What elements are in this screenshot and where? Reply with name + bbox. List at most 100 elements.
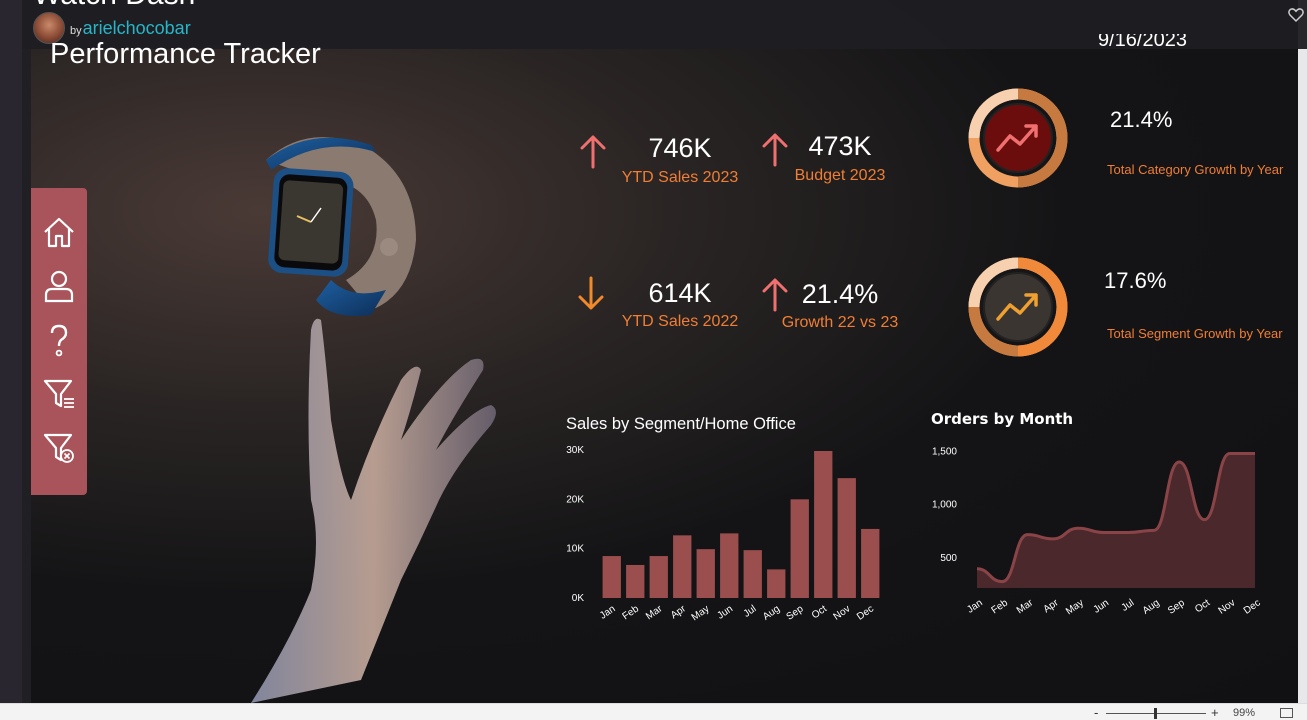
segment-growth-value: 17.6% xyxy=(1104,268,1167,293)
point-jun[interactable] xyxy=(1102,531,1105,534)
status-bar: - + 99% xyxy=(0,703,1307,720)
x-tick-label: Mar xyxy=(644,603,665,622)
category-growth-value: 21.4% xyxy=(1110,107,1173,132)
bar-apr[interactable] xyxy=(673,535,692,598)
x-tick-label: Jan xyxy=(965,597,985,615)
kpi-label-budget-2023: Budget 2023 xyxy=(794,167,886,184)
left-border xyxy=(0,0,22,720)
kpi-label-ytd-sales-2022: YTD Sales 2022 xyxy=(621,313,739,330)
y-tick-label: 1,500 xyxy=(932,446,957,457)
filter-icon xyxy=(43,379,74,408)
x-tick-label: Apr xyxy=(1041,597,1061,615)
segment-growth-label: Total Segment Growth by Year xyxy=(1107,326,1283,341)
kpi-value-ytd-sales-2022: 614K xyxy=(648,278,712,308)
point-may[interactable] xyxy=(1077,527,1080,530)
app-title: Watch Dash xyxy=(33,0,195,12)
point-feb[interactable] xyxy=(1001,580,1004,583)
nav-user-button[interactable] xyxy=(39,266,79,306)
heart-icon xyxy=(1288,8,1304,23)
y-tick-label: 10K xyxy=(566,544,584,555)
x-tick-label: May xyxy=(1064,597,1086,617)
kpi-label-ytd-sales-2023: YTD Sales 2023 xyxy=(621,169,739,186)
x-tick-label: Sep xyxy=(785,603,806,622)
segment-growth-chart xyxy=(968,257,1068,357)
x-tick-label: Oct xyxy=(810,603,829,621)
bar-jun[interactable] xyxy=(720,533,739,598)
nav-help-button[interactable] xyxy=(39,320,79,360)
x-tick-label: Feb xyxy=(621,603,642,622)
bar-sep[interactable] xyxy=(790,499,809,598)
kpi-label-growth-22-vs-23: Growth 22 vs 23 xyxy=(781,314,899,331)
nav-clear-filter-button[interactable] xyxy=(39,428,79,468)
report-window: Watch Dash byarielchocobar Performance T… xyxy=(0,0,1307,720)
point-nov[interactable] xyxy=(1228,452,1231,455)
bar-chart-title: Sales by Segment/Home Office xyxy=(566,415,796,433)
sales-by-segment-chart[interactable]: 0K 10K 20K 30K Jan Feb Mar Apr May Jun Jul Aug Sep Oc… xyxy=(560,438,890,623)
bar-aug[interactable] xyxy=(767,569,786,598)
kpi-value-growth-22-vs-23: 21.4% xyxy=(801,279,879,309)
segment-growth-ring xyxy=(968,257,1068,357)
author-prefix: by xyxy=(70,25,82,37)
x-tick-label: Dec xyxy=(1242,597,1263,616)
x-tick-label: Aug xyxy=(761,603,782,622)
help-icon xyxy=(50,324,68,357)
x-tick-label: Dec xyxy=(855,603,876,622)
point-sep[interactable] xyxy=(1178,461,1181,464)
favorite-button[interactable] xyxy=(1285,4,1307,26)
kpi-value-budget-2023: 473K xyxy=(808,131,872,161)
point-dec[interactable] xyxy=(1254,452,1257,455)
x-tick-label: Jun xyxy=(715,603,735,621)
point-apr[interactable] xyxy=(1051,537,1054,540)
x-tick-label: Jul xyxy=(1120,597,1137,613)
x-tick-label: Jan xyxy=(598,603,618,621)
watch-hand-image xyxy=(251,137,496,703)
x-tick-label: Sep xyxy=(1166,597,1187,616)
bar-may[interactable] xyxy=(696,549,715,598)
x-tick-label: Jul xyxy=(742,603,759,619)
y-tick-label: 20K xyxy=(566,494,584,505)
x-tick-label: Apr xyxy=(669,603,689,621)
y-tick-label: 1,000 xyxy=(932,500,957,511)
x-tick-label: Nov xyxy=(1217,597,1238,616)
zoom-slider-thumb[interactable] xyxy=(1154,708,1157,719)
kpi-value-ytd-sales-2023: 746K xyxy=(648,133,712,163)
x-tick-label: Aug xyxy=(1141,597,1162,616)
line-chart-title: Orders by Month xyxy=(931,410,1074,428)
home-icon xyxy=(44,217,74,248)
author-link[interactable]: arielchocobar xyxy=(83,18,191,38)
point-jul[interactable] xyxy=(1127,531,1130,534)
category-growth-ring xyxy=(968,88,1068,188)
bar-dec[interactable] xyxy=(861,528,880,598)
bar-jul[interactable] xyxy=(743,550,762,598)
bar-feb[interactable] xyxy=(626,564,645,598)
user-icon xyxy=(44,270,74,303)
orders-area-fill xyxy=(977,453,1255,588)
zoom-in-button[interactable]: + xyxy=(1211,705,1219,720)
bar-nov[interactable] xyxy=(837,478,856,598)
category-growth-chart xyxy=(968,88,1068,188)
point-aug[interactable] xyxy=(1152,529,1155,532)
x-tick-label: Nov xyxy=(832,603,853,622)
bar-oct[interactable] xyxy=(814,450,833,598)
clear-filter-icon xyxy=(43,433,74,463)
nav-home-button[interactable] xyxy=(39,212,79,252)
bar-jan[interactable] xyxy=(602,556,621,598)
point-mar[interactable] xyxy=(1026,533,1029,536)
bar-mar[interactable] xyxy=(649,556,668,598)
x-tick-label: Jun xyxy=(1092,597,1112,615)
x-tick-label: Feb xyxy=(990,597,1011,616)
category-growth-label: Total Category Growth by Year xyxy=(1107,162,1284,177)
nav-filter-button[interactable] xyxy=(39,374,79,414)
author-byline[interactable]: byarielchocobar xyxy=(70,18,191,39)
y-tick-label: 30K xyxy=(566,445,584,456)
zoom-out-button[interactable]: - xyxy=(1094,705,1098,720)
point-oct[interactable] xyxy=(1203,518,1206,521)
orders-by-month-chart[interactable]: 500 1,000 1,500 Jan Feb Mar Apr May Jun Jul Aug Sep… xyxy=(925,438,1265,618)
point-jan[interactable] xyxy=(976,567,979,570)
fit-to-page-button[interactable] xyxy=(1280,708,1293,718)
x-tick-label: Mar xyxy=(1015,597,1036,616)
zoom-level: 99% xyxy=(1233,707,1256,719)
y-tick-label: 500 xyxy=(940,553,957,564)
x-tick-label: Oct xyxy=(1193,597,1212,615)
y-tick-label: 0K xyxy=(572,593,585,604)
